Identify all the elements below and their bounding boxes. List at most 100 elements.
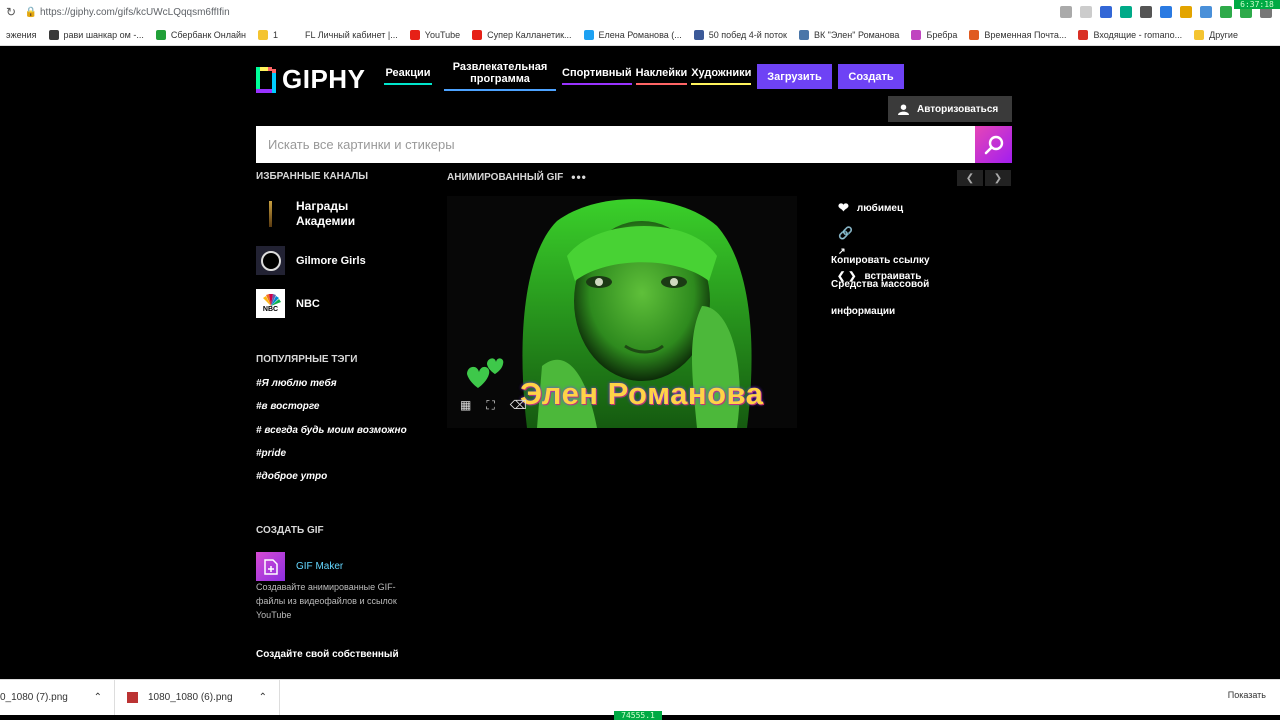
- tag-link[interactable]: #pride: [256, 448, 286, 459]
- search-bar: [256, 126, 975, 163]
- bookmark-icon: [290, 29, 301, 40]
- nav-sports[interactable]: Спортивный: [562, 67, 632, 85]
- channel-thumbnail: [256, 246, 285, 275]
- gif-section-header: АНИМИРОВАННЫЙ GIF •••: [447, 170, 587, 184]
- bookmark-item[interactable]: Елена Романова (...: [578, 29, 688, 40]
- bookmark-icon: [693, 29, 704, 40]
- download-item[interactable]: 1080_1080 (6).png ⌃: [115, 679, 280, 716]
- prev-gif-button[interactable]: ❮: [957, 170, 983, 186]
- channel-thumbnail: [256, 199, 285, 229]
- extension-icon[interactable]: [1160, 6, 1172, 18]
- user-icon: [898, 103, 909, 115]
- bookmark-icon: [1078, 29, 1089, 40]
- giphy-logo-text: GIPHY: [282, 64, 366, 94]
- bookmark-label: ВК "Элен" Романова: [813, 29, 900, 40]
- channel-nbc[interactable]: NBC NBC: [256, 289, 320, 318]
- bookmark-icon: [155, 29, 166, 40]
- gif-section-label: АНИМИРОВАННЫЙ GIF: [447, 171, 564, 183]
- channel-academy-awards[interactable]: Награды Академии: [256, 199, 376, 229]
- login-button[interactable]: Авторизоваться: [888, 96, 1012, 122]
- extension-icon[interactable]: [1120, 6, 1132, 18]
- favorite-action[interactable]: ❤ любимец: [838, 200, 930, 216]
- bookmark-icon: [583, 29, 594, 40]
- channel-name: Награды Академии: [296, 199, 356, 228]
- extension-icon[interactable]: [1140, 6, 1152, 18]
- bookmark-icon: [472, 29, 483, 40]
- overlay-clock: 6:37:18: [1234, 0, 1280, 9]
- tag-link[interactable]: #доброе утро: [256, 471, 327, 482]
- chevron-up-icon[interactable]: ⌃: [259, 692, 267, 703]
- grid-icon[interactable]: ▦: [460, 398, 471, 413]
- gif-maker-link[interactable]: GIF Maker: [256, 552, 343, 581]
- info-label[interactable]: информации: [831, 306, 930, 317]
- nav-reactions[interactable]: Реакции: [384, 67, 432, 85]
- tag-link[interactable]: #в восторге: [256, 401, 319, 412]
- bookmark-item[interactable]: рави шанкар ом -...: [43, 29, 150, 40]
- giphy-logo[interactable]: GIPHY: [256, 64, 365, 95]
- bookmark-item[interactable]: YouTube: [404, 29, 466, 40]
- reload-icon[interactable]: ↻: [0, 5, 22, 19]
- bookmark-item[interactable]: эжения: [0, 30, 43, 40]
- downloads-bar: 0_1080 (7).png ⌃ 1080_1080 (6).png ⌃ Пок…: [0, 679, 1280, 716]
- create-own-link[interactable]: Создайте свой собственный: [256, 649, 399, 660]
- more-options-icon[interactable]: •••: [571, 170, 587, 184]
- tag-link[interactable]: # всегда будь моим возможно: [256, 425, 407, 436]
- chevron-up-icon[interactable]: ⌃: [94, 692, 102, 703]
- search-input[interactable]: [268, 137, 975, 152]
- extension-icon[interactable]: [1180, 6, 1192, 18]
- star-icon[interactable]: [1080, 6, 1092, 18]
- bookmark-label: Елена Романова (...: [598, 29, 682, 40]
- gif-maker-icon: [256, 552, 285, 581]
- translate-icon[interactable]: [1060, 6, 1072, 18]
- create-gif-title: СОЗДАТЬ GIF: [256, 525, 324, 536]
- cart-icon[interactable]: [1100, 6, 1112, 18]
- nav-stickers[interactable]: Наклейки: [635, 67, 687, 85]
- bookmark-item[interactable]: Временная Почта...: [963, 29, 1072, 40]
- media-label[interactable]: Средства массовой: [831, 279, 930, 290]
- bookmark-item[interactable]: Бребра: [905, 29, 963, 40]
- nbc-peacock-icon: [262, 294, 281, 306]
- bookmark-item[interactable]: Входящие - romano...: [1072, 29, 1188, 40]
- download-item[interactable]: 0_1080 (7).png ⌃: [0, 679, 115, 716]
- bookmark-label: 50 побед 4-й поток: [708, 29, 787, 40]
- channel-gilmore-girls[interactable]: Gilmore Girls: [256, 246, 366, 275]
- bookmark-item[interactable]: ВК "Элен" Романова: [793, 29, 906, 40]
- bookmark-icon: [798, 29, 809, 40]
- bookmark-label: 1: [273, 29, 279, 40]
- extension-icon[interactable]: [1200, 6, 1212, 18]
- bookmark-label: рави шанкар ом -...: [63, 29, 144, 40]
- show-all-downloads-button[interactable]: Показать: [1228, 690, 1266, 700]
- bookmark-item[interactable]: 1: [252, 29, 284, 40]
- fullscreen-icon[interactable]: ⛶: [486, 398, 494, 413]
- bookmarks-bar: эжения рави шанкар ом -... Сбербанк Онлайн…: [0, 24, 1280, 46]
- channel-thumbnail: NBC: [256, 289, 285, 318]
- link-icon[interactable]: 🔗: [838, 226, 930, 240]
- gif-caption-text: Элен Романова: [520, 376, 764, 411]
- bookmark-item[interactable]: Сбербанк Онлайн: [150, 29, 252, 40]
- bookmark-icon: [911, 29, 922, 40]
- popular-tags-title: ПОПУЛЯРНЫЕ ТЭГИ: [256, 354, 358, 365]
- extension-icon[interactable]: [1220, 6, 1232, 18]
- search-button[interactable]: [975, 126, 1012, 163]
- next-gif-button[interactable]: ❯: [985, 170, 1011, 186]
- chevron-left-icon: ❮: [965, 172, 975, 184]
- address-bar[interactable]: ↻ 🔒 https://giphy.com/gifs/kcUWcLQqqsm6f…: [0, 0, 1280, 24]
- nav-artists[interactable]: Художники: [691, 67, 752, 85]
- url-text[interactable]: https://giphy.com/gifs/kcUWcLQqqsm6ffIfi…: [40, 7, 1060, 18]
- bookmark-item[interactable]: Супер Калланетик...: [466, 29, 577, 40]
- gif-actions: ❤ любимец 🔗 ↗ Копировать ссылку ❮ ❯ встр…: [831, 200, 930, 317]
- bookmark-item[interactable]: FL Личный кабинет |...: [284, 29, 404, 40]
- nav-entertainment[interactable]: Развлекательная программа: [444, 61, 556, 91]
- bookmark-item[interactable]: 50 побед 4-й поток: [688, 29, 793, 40]
- lock-icon[interactable]: 🔒: [22, 7, 40, 18]
- bookmark-label: Входящие - romano...: [1093, 29, 1183, 40]
- tv-icon[interactable]: ⌫: [510, 398, 527, 413]
- gif-maker-title: GIF Maker: [296, 561, 344, 572]
- tag-link[interactable]: #Я люблю тебя: [256, 378, 337, 389]
- upload-button[interactable]: Загрузить: [757, 64, 832, 89]
- bookmark-label: Временная Почта...: [984, 29, 1067, 40]
- copy-link-action[interactable]: Копировать ссылку: [831, 255, 930, 266]
- login-label: Авторизоваться: [917, 103, 999, 115]
- bookmark-item[interactable]: Другие: [1188, 29, 1244, 40]
- create-button[interactable]: Создать: [838, 64, 904, 89]
